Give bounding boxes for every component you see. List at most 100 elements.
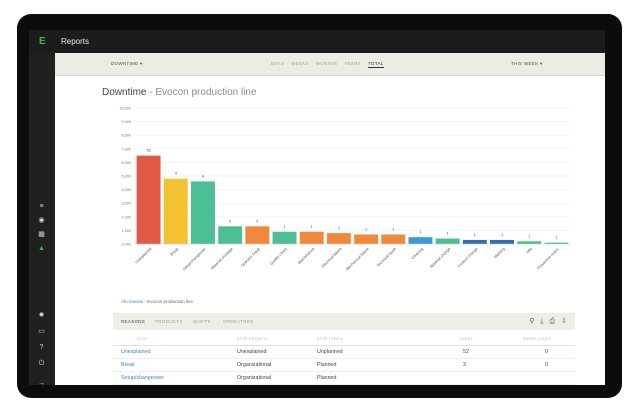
bar-value-label: 4: [175, 172, 177, 176]
cell-stop[interactable]: Setup/changeover: [121, 375, 164, 381]
tab-shifts[interactable]: SHIFTS: [193, 319, 211, 324]
filter-icon[interactable]: ⚲: [529, 318, 534, 325]
bar: [381, 234, 406, 244]
tab-days[interactable]: DAYS: [271, 61, 284, 66]
y-tick-label: 2,00h: [121, 215, 131, 219]
tab-reasons[interactable]: REASONS: [121, 319, 145, 324]
y-tick-label: 4,00h: [121, 188, 131, 192]
x-tick-label: Operator break: [240, 247, 261, 268]
app-logo[interactable]: E: [39, 36, 46, 47]
table-row[interactable]: Break Organizational Planned 3 0: [113, 359, 575, 372]
bar: [163, 178, 188, 244]
x-tick-label: Material change: [429, 247, 451, 269]
download-icon[interactable]: ⤓: [540, 318, 543, 325]
x-tick-label: Material shortage: [210, 247, 234, 271]
bar: [517, 241, 542, 244]
bar-value-label: 1: [392, 227, 394, 231]
app-header: E Reports: [29, 30, 605, 53]
bar-value-label: 1: [447, 232, 449, 236]
cell-stop[interactable]: Break: [121, 362, 135, 368]
x-tick-label: Maintenance: [297, 247, 315, 265]
x-tick-label: Technical issue: [376, 247, 397, 268]
bar-value-label: 1: [311, 225, 313, 229]
bar: [490, 239, 514, 244]
y-tick-label: 6,00h: [121, 161, 131, 165]
chat-icon[interactable]: ▭: [37, 327, 46, 336]
cell-stop[interactable]: Unexplained: [121, 349, 150, 355]
col-stop-type[interactable]: STOP TYPE ▾: [317, 337, 342, 341]
period-dropdown[interactable]: THIS WEEK ▾: [511, 61, 543, 67]
bar-value-label: 52: [146, 149, 150, 153]
y-tick-label: 9,00h: [121, 120, 131, 124]
cell-group: Organizational: [237, 362, 272, 368]
breadcrumb: All reasons › Evocon production line: [121, 299, 193, 304]
tab-operators[interactable]: OPERATORS: [223, 319, 254, 324]
bar: [299, 231, 324, 244]
bar-value-label: 1: [474, 233, 476, 237]
sidebar: ≡ ◉ ▦ ▲ ✹ ▭ ? ⏻ →: [29, 53, 55, 385]
breadcrumb-root[interactable]: All reasons: [121, 299, 143, 304]
export-icon[interactable]: ⇩: [561, 318, 567, 325]
bar-value-label: 2: [256, 219, 258, 223]
bar: [462, 239, 487, 244]
cell-count: 52: [463, 349, 469, 355]
tab-years[interactable]: YEARS: [344, 61, 361, 66]
settings-icon[interactable]: ✹: [37, 311, 46, 320]
cell-count: 3: [463, 362, 466, 368]
help-icon[interactable]: ?: [37, 343, 46, 352]
bar-value-label: 1: [528, 234, 530, 238]
bar-value-label: 1: [419, 230, 421, 234]
bar: [354, 234, 379, 244]
print-icon[interactable]: ⎙: [550, 318, 556, 325]
x-tick-label: Preventive maint.: [537, 247, 561, 271]
cell-group: Organizational: [237, 375, 272, 381]
bar-value-label: 1: [555, 236, 557, 240]
app-screen: E Reports ≡ ◉ ▦ ▲ ✹ ▭ ? ⏻ → DOWNTIME ▾ D…: [29, 30, 605, 385]
bar: [326, 233, 351, 244]
bar: [272, 231, 297, 244]
cell-rated: 0: [545, 362, 548, 368]
col-rated-count[interactable]: RATED COUNT: [523, 337, 551, 341]
bar: [191, 181, 215, 244]
table-toolbar: REASONS PRODUCTS SHIFTS OPERATORS ⚲ ⤓ ⎙ ⇩: [113, 313, 575, 330]
page-title: Reports: [61, 37, 90, 46]
y-tick-label: 3,00h: [121, 202, 131, 206]
col-stop[interactable]: STOP: [137, 337, 148, 341]
bar: [245, 226, 270, 244]
cell-type: Planned: [317, 375, 337, 381]
table-header: STOP STOP GROUP ▾ STOP TYPE ▾ COUNT RATE…: [113, 334, 575, 346]
cell-type: Planned: [317, 362, 337, 368]
tab-total[interactable]: TOTAL: [367, 61, 384, 68]
breadcrumb-separator: ›: [144, 299, 147, 304]
col-stop-group[interactable]: STOP GROUP ▾: [237, 337, 266, 341]
x-tick-label: Idle: [526, 247, 533, 254]
target-icon[interactable]: ◉: [37, 216, 46, 225]
tab-products[interactable]: PRODUCTS: [155, 319, 183, 324]
tab-months[interactable]: MONTHS: [316, 61, 337, 66]
cell-rated: 0: [545, 349, 548, 355]
bar-value-label: 4: [202, 174, 204, 178]
bar-value-label: 1: [338, 226, 340, 230]
table-row[interactable]: Setup/changeover Organizational Planned: [113, 372, 575, 385]
downtime-bar-chart: 0,00h 1,00h 2,00h 3,00h 4,00h 5,00h 6,00h 7,00h…: [119, 107, 570, 272]
y-tick-label: 0,00h: [121, 243, 131, 247]
list-icon[interactable]: ≡: [37, 202, 46, 211]
chart-icon[interactable]: ▦: [37, 230, 46, 239]
y-tick-label: 5,00h: [121, 175, 131, 179]
logout-icon[interactable]: →: [37, 379, 46, 385]
col-count[interactable]: COUNT: [459, 337, 473, 341]
x-tick-label: Product change: [457, 247, 479, 269]
bar: [136, 155, 161, 244]
bar-value-label: 2: [229, 219, 231, 223]
bar-value-label: 1: [283, 225, 285, 229]
x-tick-label: Setup/changeover: [182, 246, 207, 271]
power-icon[interactable]: ⏻: [37, 359, 46, 368]
report-type-dropdown[interactable]: DOWNTIME ▾: [111, 61, 143, 67]
x-tick-label: Mechanical failure: [345, 247, 369, 271]
activity-icon[interactable]: ▲: [37, 244, 46, 253]
report-filter-bar: DOWNTIME ▾ DAYS WEEKS MONTHS YEARS TOTAL THI…: [55, 53, 605, 76]
tab-weeks[interactable]: WEEKS: [291, 61, 309, 66]
table-row[interactable]: Unexplained Unexplained Unplanned 52 0: [113, 346, 575, 359]
bar: [408, 237, 433, 244]
y-tick-label: 8,00h: [121, 134, 131, 138]
